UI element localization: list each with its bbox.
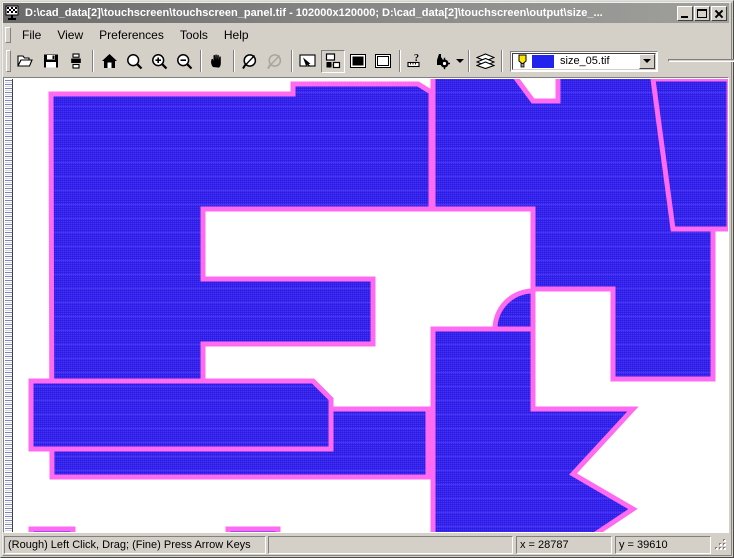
menu-bar: File View Preferences Tools Help [3,25,729,45]
layer-select[interactable]: size_05.tif [510,50,658,72]
zoom-window-button[interactable] [122,49,146,73]
opacity-slider-track [668,59,734,62]
zoom-in-button[interactable] [147,49,171,73]
layer-color-swatch [532,54,554,68]
opacity-slider[interactable] [666,50,734,72]
application-window: D:\cad_data[2]\touchscreen\touchscreen_p… [0,0,734,558]
pan-button[interactable] [205,49,229,73]
caption-buttons [677,5,728,21]
vertical-ruler[interactable] [5,79,13,532]
cad-layout-icon [5,5,21,21]
toolbar-separator-3 [233,50,235,72]
toolbar: ? size_05.tif [3,46,734,76]
status-filler [268,536,513,554]
toolbar-separator-7 [501,50,503,72]
canvas-area [3,77,729,533]
copy-region-button[interactable] [321,49,345,73]
layers-button[interactable] [473,49,497,73]
maximize-button[interactable] [694,5,710,21]
status-x-coordinate: x = 28787 [516,536,612,554]
status-hint: (Rough) Left Click, Drag; (Fine) Press A… [4,536,266,554]
toolbar-separator-2 [200,50,202,72]
menu-item-tools[interactable]: Tools [172,26,216,44]
measure-button[interactable]: ? [404,49,428,73]
menu-item-preferences[interactable]: Preferences [91,26,172,44]
toolbar-separator-4 [291,50,293,72]
open-file-button[interactable] [14,49,38,73]
bottom-pad-1 [28,526,76,532]
minimize-button[interactable] [677,5,693,21]
bottom-pad-2 [225,526,281,532]
status-y-coordinate: y = 39610 [615,536,711,554]
close-button[interactable] [711,5,727,21]
lower-left-bar [28,378,334,452]
layer-select-inner: size_05.tif [512,52,656,70]
menu-item-file[interactable]: File [14,26,49,44]
title-bar[interactable]: D:\cad_data[2]\touchscreen\touchscreen_p… [3,3,729,23]
resize-grip[interactable] [714,538,728,552]
chevron-down-icon[interactable] [454,50,465,72]
settings-button[interactable] [429,49,453,73]
layer-select-value: size_05.tif [560,55,610,67]
menu-grip[interactable] [5,27,11,43]
menu-item-help[interactable]: Help [216,26,257,44]
fill-solid-button[interactable] [346,49,370,73]
window-title: D:\cad_data[2]\touchscreen\touchscreen_p… [25,7,603,19]
menu-item-view[interactable]: View [49,26,91,44]
save-file-button[interactable] [39,49,63,73]
canvas-frame [3,77,729,533]
zoom-out-button[interactable] [172,49,196,73]
select-pointer-button[interactable] [296,49,320,73]
edit-shape-disabled-button [263,49,287,73]
yellow-lamp-icon [516,54,529,68]
zoom-home-button[interactable] [97,49,121,73]
fill-outline-button[interactable] [371,49,395,73]
layer-select-arrow[interactable] [639,53,655,69]
print-button[interactable] [64,49,88,73]
edit-shape-button[interactable] [238,49,262,73]
toolbar-separator-5 [399,50,401,72]
toolbar-separator [92,50,94,72]
cad-image-canvas[interactable] [13,79,729,533]
status-bar: (Rough) Left Click, Drag; (Fine) Press A… [3,535,729,555]
toolbar-grip[interactable] [6,50,11,72]
toolbar-separator-6 [468,50,470,72]
